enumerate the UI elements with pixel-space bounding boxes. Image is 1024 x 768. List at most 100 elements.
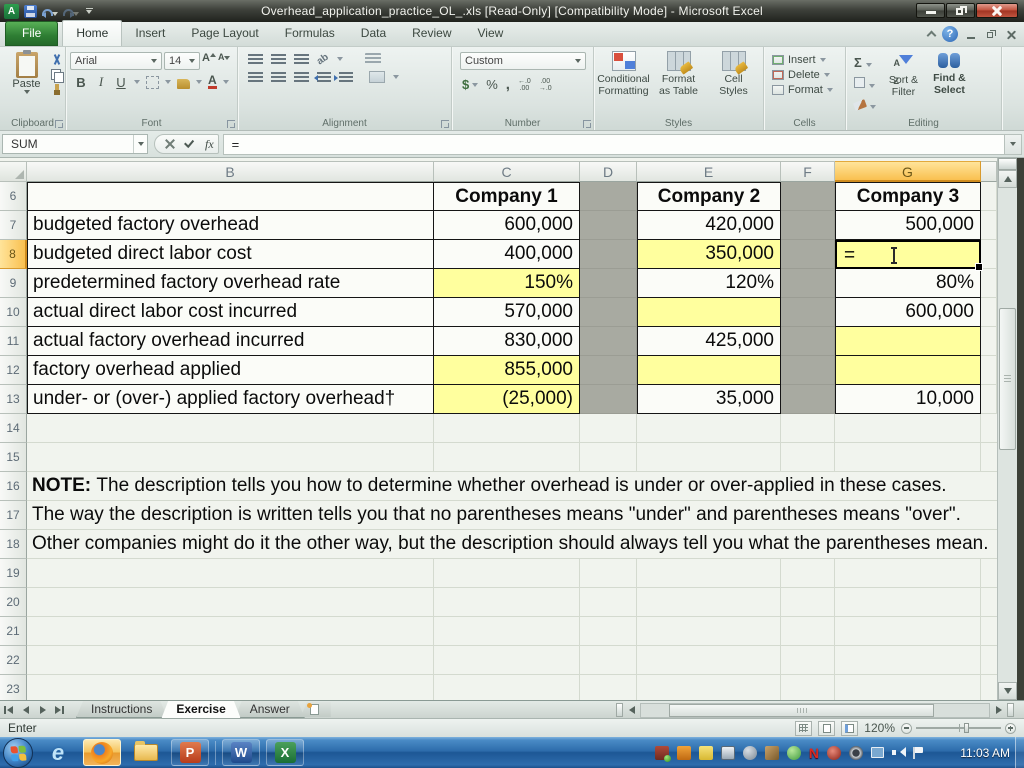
page-layout-view-icon[interactable] bbox=[818, 721, 835, 736]
cell-d13-gray[interactable] bbox=[580, 385, 637, 414]
cell-c6[interactable]: Company 1 bbox=[434, 182, 580, 211]
cell-b13[interactable]: under- or (over-) applied factory overhe… bbox=[27, 385, 434, 414]
scroll-down-icon[interactable] bbox=[998, 682, 1017, 700]
cell-g11[interactable] bbox=[835, 327, 981, 356]
cell-b12[interactable]: factory overhead applied bbox=[27, 356, 434, 385]
taskbar-explorer-icon[interactable] bbox=[127, 739, 165, 766]
cancel-icon[interactable] bbox=[165, 139, 175, 149]
tab-home[interactable]: Home bbox=[62, 20, 122, 46]
cell-g9[interactable]: 80% bbox=[835, 269, 981, 298]
cell-b7[interactable]: budgeted factory overhead bbox=[27, 211, 434, 240]
row-header-12[interactable]: 12 bbox=[0, 356, 27, 385]
cell-c8[interactable]: 400,000 bbox=[434, 240, 580, 269]
row-header-7[interactable]: 7 bbox=[0, 211, 27, 240]
bold-button[interactable]: B bbox=[74, 75, 88, 90]
cell-c11[interactable]: 830,000 bbox=[434, 327, 580, 356]
next-sheet-icon[interactable] bbox=[34, 702, 51, 717]
empty-cells[interactable] bbox=[27, 559, 997, 588]
zoom-slider[interactable] bbox=[901, 723, 1016, 734]
increase-decimal-icon[interactable]: ←.0 .00 bbox=[518, 78, 531, 92]
find-select-button[interactable]: Find &Select bbox=[926, 50, 972, 116]
tab-data[interactable]: Data bbox=[348, 21, 399, 46]
row-header-8-selected[interactable]: 8 bbox=[0, 240, 27, 269]
security-tray-icon[interactable] bbox=[655, 746, 669, 760]
scroll-up-icon[interactable] bbox=[998, 170, 1017, 188]
row-header-6[interactable]: 6 bbox=[0, 182, 27, 211]
alignment-dialog-launcher[interactable] bbox=[441, 120, 449, 128]
row-header-18[interactable]: 18 bbox=[0, 530, 27, 559]
taskbar-clock[interactable]: 11:03 AM bbox=[960, 746, 1010, 760]
page-break-view-icon[interactable] bbox=[841, 721, 858, 736]
normal-view-icon[interactable] bbox=[795, 721, 812, 736]
cell-d10-gray[interactable] bbox=[580, 298, 637, 327]
scroll-left-icon[interactable] bbox=[623, 703, 640, 718]
copy-icon[interactable] bbox=[51, 69, 63, 81]
row-header-20[interactable]: 20 bbox=[0, 588, 27, 617]
network-tray-icon[interactable] bbox=[871, 747, 884, 758]
first-sheet-icon[interactable] bbox=[0, 702, 17, 717]
sheet-tab-answer[interactable]: Answer bbox=[235, 701, 305, 718]
note-cell-17[interactable]: The way the description is written tells… bbox=[27, 501, 997, 530]
decrease-indent-icon[interactable] bbox=[317, 72, 331, 83]
format-painter-icon[interactable] bbox=[51, 84, 63, 96]
tab-page-layout[interactable]: Page Layout bbox=[178, 21, 271, 46]
cell-e9[interactable]: 120% bbox=[637, 269, 781, 298]
cell-e13[interactable]: 35,000 bbox=[637, 385, 781, 414]
cell-b6[interactable] bbox=[27, 182, 434, 211]
comma-style-icon[interactable]: , bbox=[506, 76, 510, 93]
cell-g12[interactable] bbox=[835, 356, 981, 385]
cell-e6[interactable]: Company 2 bbox=[637, 182, 781, 211]
workbook-minimize-icon[interactable] bbox=[965, 29, 978, 40]
cell-b8[interactable]: budgeted direct labor cost bbox=[27, 240, 434, 269]
cell-e10[interactable] bbox=[637, 298, 781, 327]
clipboard-dialog-launcher[interactable] bbox=[55, 120, 63, 128]
delete-cells-button[interactable]: Delete bbox=[772, 69, 837, 81]
cell-d11-gray[interactable] bbox=[580, 327, 637, 356]
empty-cell[interactable] bbox=[981, 211, 997, 240]
decrease-decimal-icon[interactable]: .00 →.0 bbox=[539, 78, 552, 92]
java-tray-icon[interactable] bbox=[677, 746, 691, 760]
note-cell-18[interactable]: Other companies might do it the other wa… bbox=[27, 530, 997, 559]
tab-review[interactable]: Review bbox=[399, 21, 464, 46]
zoom-slider-thumb[interactable] bbox=[964, 723, 969, 733]
notes-tray-icon[interactable] bbox=[699, 746, 713, 760]
action-center-flag-icon[interactable] bbox=[913, 747, 924, 759]
close-button[interactable] bbox=[976, 3, 1018, 18]
align-top-icon[interactable] bbox=[248, 54, 263, 65]
column-header-d[interactable]: D bbox=[580, 161, 637, 182]
sheet-tab-exercise[interactable]: Exercise bbox=[161, 701, 240, 719]
align-center-icon[interactable] bbox=[271, 72, 286, 83]
name-box[interactable]: SUM bbox=[2, 134, 148, 154]
increase-indent-icon[interactable] bbox=[339, 72, 353, 83]
font-color-dropdown-icon[interactable] bbox=[223, 80, 229, 84]
column-header-partial[interactable] bbox=[981, 161, 997, 182]
align-bottom-icon[interactable] bbox=[294, 54, 309, 65]
vertical-scroll-thumb[interactable] bbox=[999, 308, 1016, 450]
zoom-in-icon[interactable] bbox=[1005, 723, 1016, 734]
empty-cell[interactable] bbox=[981, 356, 997, 385]
cell-f7-gray[interactable] bbox=[781, 211, 835, 240]
empty-cells[interactable] bbox=[27, 617, 997, 646]
taskbar-powerpoint-button[interactable]: P bbox=[171, 739, 209, 766]
cell-b10[interactable]: actual direct labor cost incurred bbox=[27, 298, 434, 327]
empty-cells[interactable] bbox=[27, 675, 997, 700]
cell-styles-button[interactable]: CellStyles bbox=[706, 51, 761, 116]
italic-button[interactable]: I bbox=[94, 74, 108, 90]
fill-button[interactable] bbox=[854, 75, 876, 93]
align-left-icon[interactable] bbox=[248, 72, 263, 83]
row-header-23[interactable]: 23 bbox=[0, 675, 27, 700]
zoom-out-icon[interactable] bbox=[901, 723, 912, 734]
minimize-button[interactable] bbox=[916, 3, 945, 18]
empty-cells[interactable] bbox=[27, 588, 997, 617]
row-header-11[interactable]: 11 bbox=[0, 327, 27, 356]
help-icon[interactable]: ? bbox=[942, 26, 958, 42]
cell-d9-gray[interactable] bbox=[580, 269, 637, 298]
merge-center-icon[interactable] bbox=[369, 71, 385, 83]
empty-cells[interactable] bbox=[27, 646, 997, 675]
horizontal-scroll-thumb[interactable] bbox=[669, 704, 934, 717]
file-tab[interactable]: File bbox=[5, 21, 58, 46]
column-header-f[interactable]: F bbox=[781, 161, 835, 182]
cell-g13[interactable]: 10,000 bbox=[835, 385, 981, 414]
paint-tray-icon[interactable] bbox=[765, 746, 779, 760]
horizontal-scrollbar[interactable] bbox=[640, 703, 990, 718]
